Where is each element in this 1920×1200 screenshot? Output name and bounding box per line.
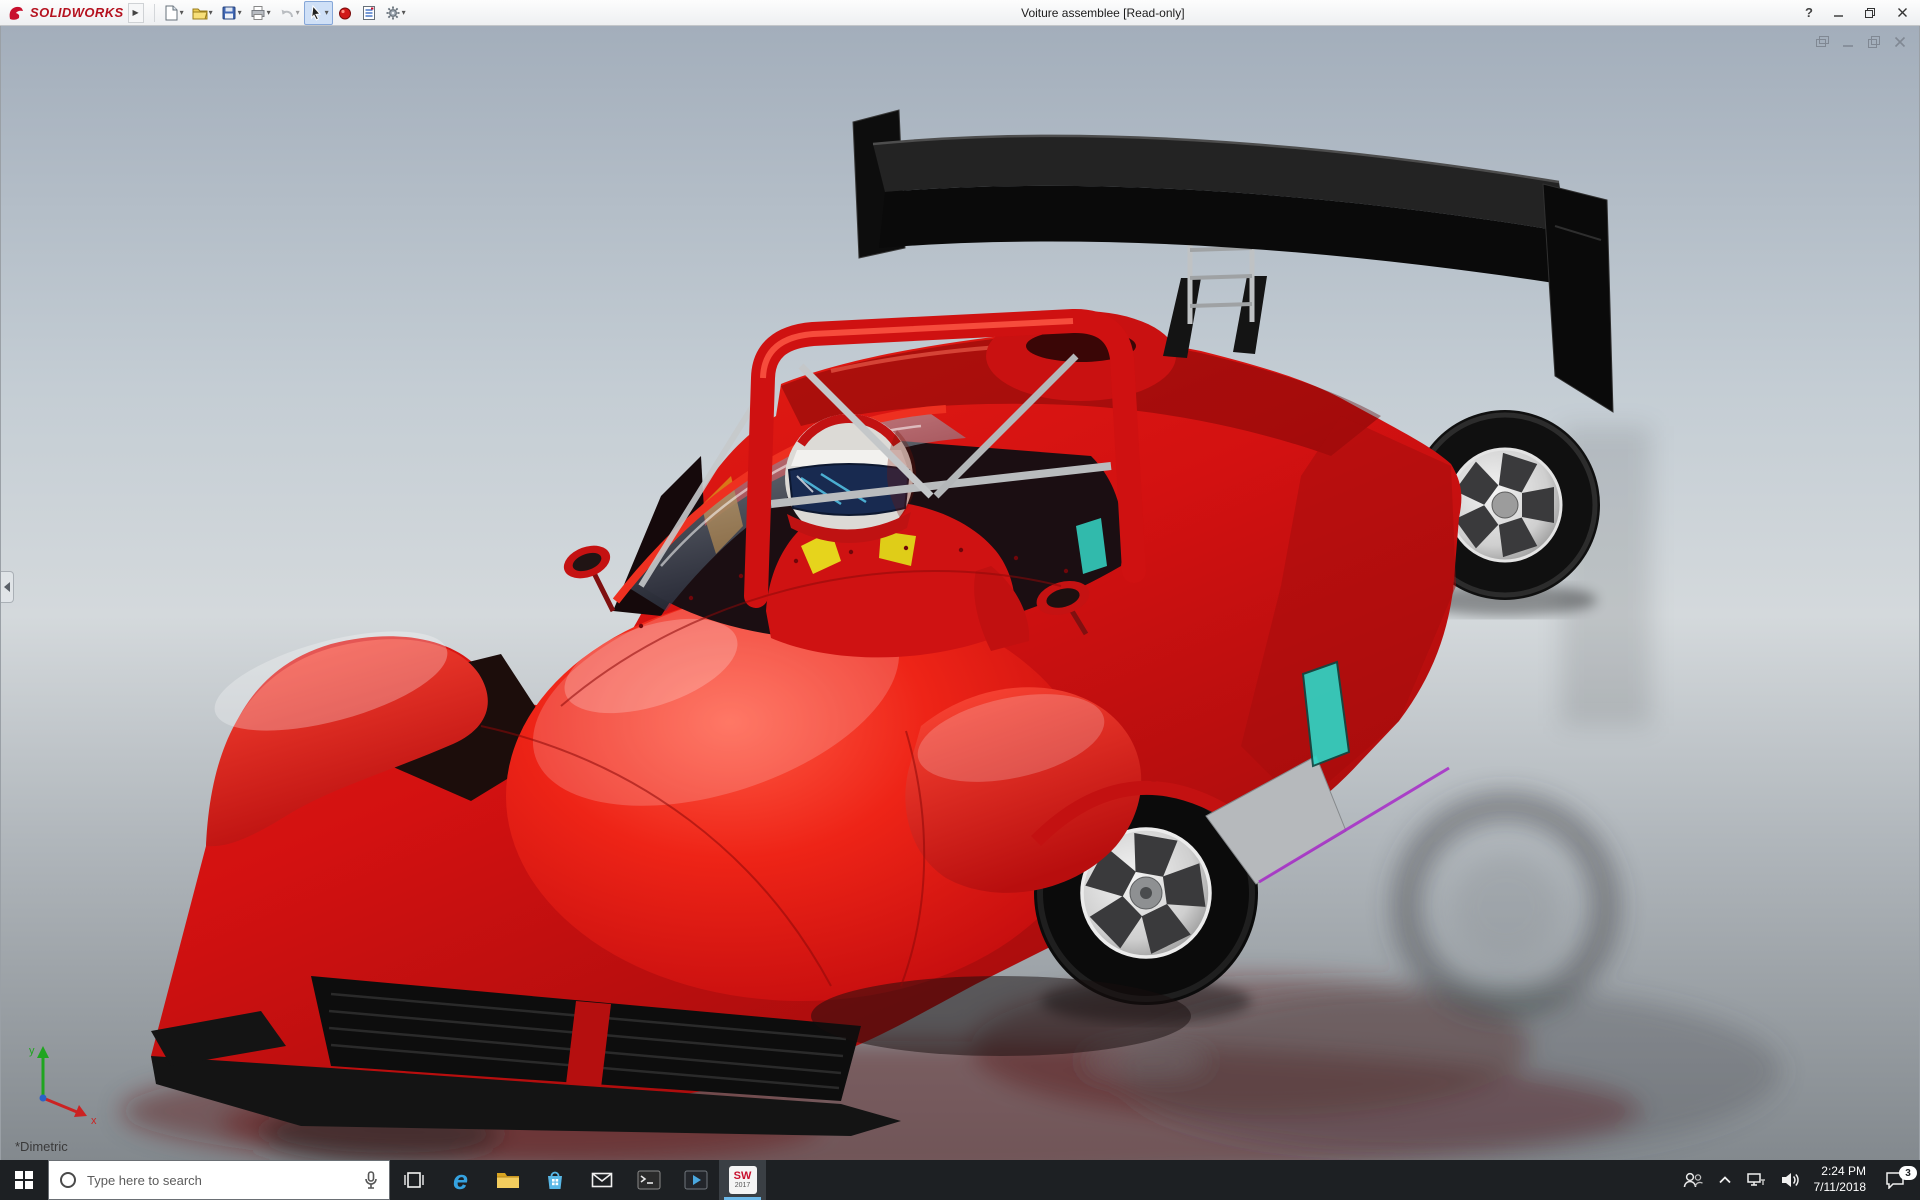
chevron-left-icon — [4, 582, 10, 592]
clock-time: 2:24 PM — [1821, 1164, 1866, 1179]
titlebar: SOLIDWORKS ▶ ▾ ▾ ▾ ▾ ▾ ▾ ▾ Voiture assem… — [0, 0, 1920, 26]
model-scene[interactable]: x y — [1, 26, 1920, 1160]
x-axis-label: x — [91, 1115, 97, 1127]
view-orientation-label: *Dimetric — [15, 1139, 68, 1154]
graphics-viewport[interactable]: x y *Dimetric — [0, 26, 1920, 1160]
restore-button[interactable] — [1854, 1, 1886, 25]
windows-logo-icon — [15, 1171, 33, 1189]
feature-tree-expand-arrow[interactable] — [1, 571, 14, 603]
cascade-window-button[interactable] — [1813, 34, 1831, 50]
helmet — [785, 414, 917, 543]
network-button[interactable] — [1746, 1160, 1766, 1200]
dropdown-arrow[interactable]: ▾ — [267, 8, 271, 17]
help-button[interactable]: ? — [1796, 1, 1822, 25]
command-prompt-icon — [637, 1170, 660, 1190]
gear-icon — [386, 6, 400, 19]
appearance-sphere-icon — [338, 7, 351, 19]
z-axis-dot — [39, 1094, 47, 1102]
save-button[interactable]: ▾ — [217, 1, 246, 25]
dropdown-arrow[interactable]: ▾ — [325, 8, 329, 17]
taskbar-store[interactable] — [531, 1160, 578, 1200]
file-explorer-icon — [496, 1173, 519, 1188]
solidworks-window: SOLIDWORKS ▶ ▾ ▾ ▾ ▾ ▾ ▾ ▾ Voiture assem… — [0, 0, 1920, 1200]
task-view-button[interactable] — [390, 1160, 437, 1200]
taskbar-clock[interactable]: 2:24 PM 7/11/2018 — [1814, 1160, 1867, 1200]
dropdown-arrow[interactable]: ▾ — [238, 8, 242, 17]
store-icon — [547, 1171, 562, 1189]
taskbar-media-player[interactable] — [672, 1160, 719, 1200]
windows-taskbar: e — [0, 1160, 1920, 1200]
search-input[interactable] — [85, 1171, 355, 1189]
save-icon — [222, 6, 236, 19]
network-icon — [1746, 1173, 1765, 1186]
solidworks-icon: SW 2017 — [728, 1166, 757, 1194]
system-tray: 2:24 PM 7/11/2018 3 — [1672, 1160, 1920, 1200]
print-icon — [251, 5, 265, 20]
undo-button[interactable]: ▾ — [275, 1, 304, 25]
select-tool-button[interactable]: ▾ — [303, 0, 333, 25]
dropdown-arrow[interactable]: ▾ — [180, 8, 184, 17]
y-axis-label: y — [29, 1045, 35, 1057]
close-button[interactable] — [1886, 1, 1918, 25]
dassault-logo-icon — [9, 6, 23, 20]
dropdown-arrow[interactable]: ▾ — [209, 8, 213, 17]
clock-date: 7/11/2018 — [1813, 1180, 1867, 1194]
doc-close-button[interactable] — [1891, 34, 1909, 50]
close-icon — [1894, 36, 1906, 48]
restore-icon — [1865, 7, 1875, 18]
chevron-up-icon — [1718, 1176, 1731, 1184]
volume-icon — [1781, 1173, 1799, 1187]
options-button[interactable]: ▾ — [381, 1, 410, 25]
brand-text: SOLIDWORKS — [30, 5, 124, 20]
task-view-icon — [403, 1172, 424, 1188]
new-document-icon — [165, 5, 178, 20]
taskbar-file-explorer[interactable] — [484, 1160, 531, 1200]
taskbar-search[interactable] — [48, 1160, 390, 1200]
taskbar-command-prompt[interactable] — [625, 1160, 672, 1200]
new-document-button[interactable]: ▾ — [159, 1, 188, 25]
underbody-shadow — [811, 976, 1191, 1056]
undo-icon — [281, 9, 293, 17]
taskbar-mail[interactable] — [578, 1160, 625, 1200]
mass-properties-button[interactable] — [357, 1, 381, 25]
restore-icon — [1868, 36, 1880, 48]
minimize-button[interactable] — [1822, 1, 1854, 25]
separator — [153, 3, 155, 22]
report-sheet-icon — [362, 5, 375, 20]
doc-minimize-button[interactable] — [1839, 34, 1857, 50]
select-cursor-icon — [310, 4, 321, 21]
appearance-button[interactable] — [333, 1, 357, 25]
cascade-icon — [1815, 36, 1829, 47]
start-button[interactable] — [0, 1160, 48, 1200]
dropdown-arrow[interactable]: ▾ — [296, 8, 300, 17]
dropdown-arrow[interactable]: ▾ — [402, 8, 406, 17]
document-window-controls — [1813, 34, 1909, 50]
doc-restore-button[interactable] — [1865, 34, 1883, 50]
people-icon — [1683, 1172, 1703, 1188]
cortana-icon — [60, 1172, 76, 1188]
notification-badge: 3 — [1899, 1166, 1917, 1180]
taskbar-solidworks[interactable]: SW 2017 — [719, 1160, 766, 1200]
volume-button[interactable] — [1780, 1160, 1800, 1200]
solidworks-logo: SOLIDWORKS — [6, 4, 124, 22]
print-button[interactable]: ▾ — [246, 1, 275, 25]
tray-overflow-button[interactable] — [1718, 1160, 1732, 1200]
close-icon — [1897, 8, 1907, 17]
microphone-icon[interactable] — [363, 1171, 379, 1189]
toolbar-flyout-arrow[interactable]: ▶ — [127, 2, 144, 23]
minimize-icon — [1843, 45, 1853, 47]
action-center-button[interactable]: 3 — [1880, 1160, 1917, 1200]
open-folder-icon — [192, 8, 208, 19]
people-button[interactable] — [1682, 1160, 1704, 1200]
media-player-icon — [684, 1170, 707, 1190]
edge-icon: e — [452, 1164, 469, 1195]
taskbar-edge[interactable]: e — [437, 1160, 484, 1200]
window-title: Voiture assemblee [Read-only] — [1021, 5, 1185, 20]
open-button[interactable]: ▾ — [188, 1, 217, 25]
mail-icon — [591, 1172, 612, 1188]
minimize-icon — [1833, 15, 1843, 17]
